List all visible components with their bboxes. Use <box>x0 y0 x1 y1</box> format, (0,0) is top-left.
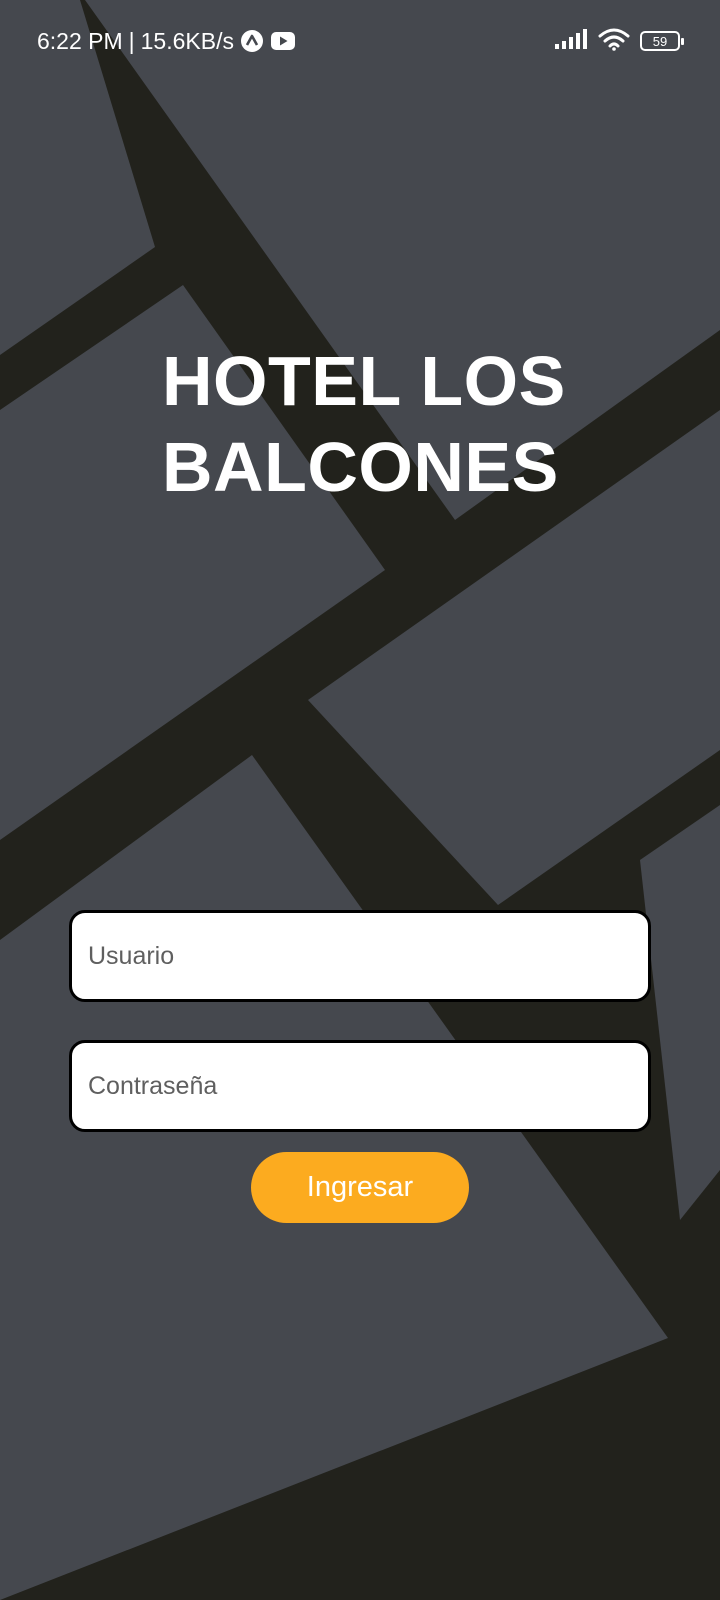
youtube-icon <box>270 31 296 51</box>
login-screen: 6:22 PM | 15.6KB/s 59 HOTEL LOS BALCONES… <box>0 0 720 1600</box>
status-time: 6:22 PM <box>37 27 123 54</box>
username-input[interactable] <box>69 910 651 1002</box>
battery-icon: 59 <box>640 31 684 51</box>
status-left: 6:22 PM | 15.6KB/s <box>37 26 296 56</box>
battery-level: 59 <box>652 33 668 49</box>
title-line-1: HOTEL LOS <box>162 342 566 420</box>
title-line-2: BALCONES <box>162 428 559 506</box>
status-separator: | <box>128 27 135 54</box>
password-input[interactable] <box>69 1040 651 1132</box>
page-title: HOTEL LOS BALCONES <box>162 338 642 510</box>
signal-icon <box>554 28 588 55</box>
status-bar: 6:22 PM | 15.6KB/s 59 <box>0 0 720 82</box>
background-pattern <box>0 0 720 1600</box>
wifi-icon <box>598 27 630 56</box>
network-speed: 15.6KB/s <box>140 27 234 54</box>
status-right: 59 <box>554 26 684 56</box>
notification-a-icon <box>240 29 264 53</box>
login-button[interactable]: Ingresar <box>251 1152 469 1223</box>
